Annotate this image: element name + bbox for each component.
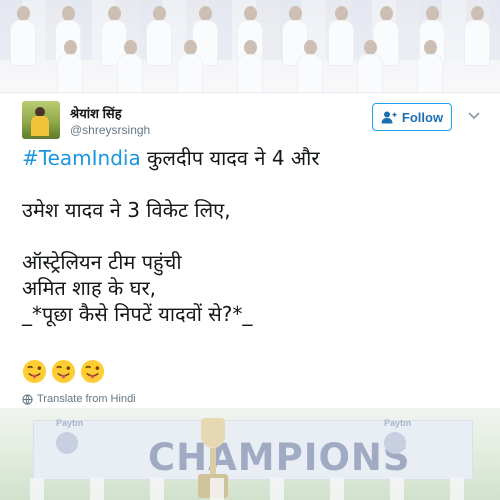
tweet-line-1: #TeamIndia कुलदीप यादव ने 4 और: [22, 146, 320, 170]
tongue-wink-emoji: [51, 359, 76, 384]
tweet-line-3: ऑस्ट्रेलियन टीम पहुंची: [22, 250, 182, 274]
tongue-wink-emoji: [22, 359, 47, 384]
tweet-line-5: _*पूछा कैसे निपटें यादवों से?*_: [22, 302, 253, 326]
follow-label: Follow: [401, 109, 444, 125]
globe-icon: [22, 393, 33, 405]
tweet-card: श्रेयांश सिंह @shreysrsingh Follow #Team…: [0, 92, 500, 409]
display-name[interactable]: श्रेयांश सिंह: [70, 104, 122, 122]
translate-label: Translate from Hindi: [37, 393, 136, 405]
follow-button[interactable]: Follow: [372, 103, 452, 131]
emoji-row: [22, 359, 105, 384]
tweet-text: #TeamIndia कुलदीप यादव ने 4 और उमेश यादव…: [22, 145, 482, 327]
tweet-line-4: अमित शाह के घर,: [22, 276, 157, 300]
follow-user-icon: [381, 111, 397, 124]
avatar[interactable]: [22, 101, 60, 139]
chevron-down-icon[interactable]: [468, 112, 480, 120]
hashtag-link[interactable]: #TeamIndia: [22, 146, 141, 170]
tweet-line-2: उमेश यादव ने 3 विकेट लिए,: [22, 198, 231, 222]
translate-link[interactable]: Translate from Hindi: [22, 393, 136, 405]
tongue-wink-emoji: [80, 359, 105, 384]
team-photo-top: [0, 0, 500, 92]
champions-photo-bottom: CHAMPIONS Paytm Paytm: [0, 408, 500, 500]
username[interactable]: @shreysrsingh: [70, 123, 150, 137]
